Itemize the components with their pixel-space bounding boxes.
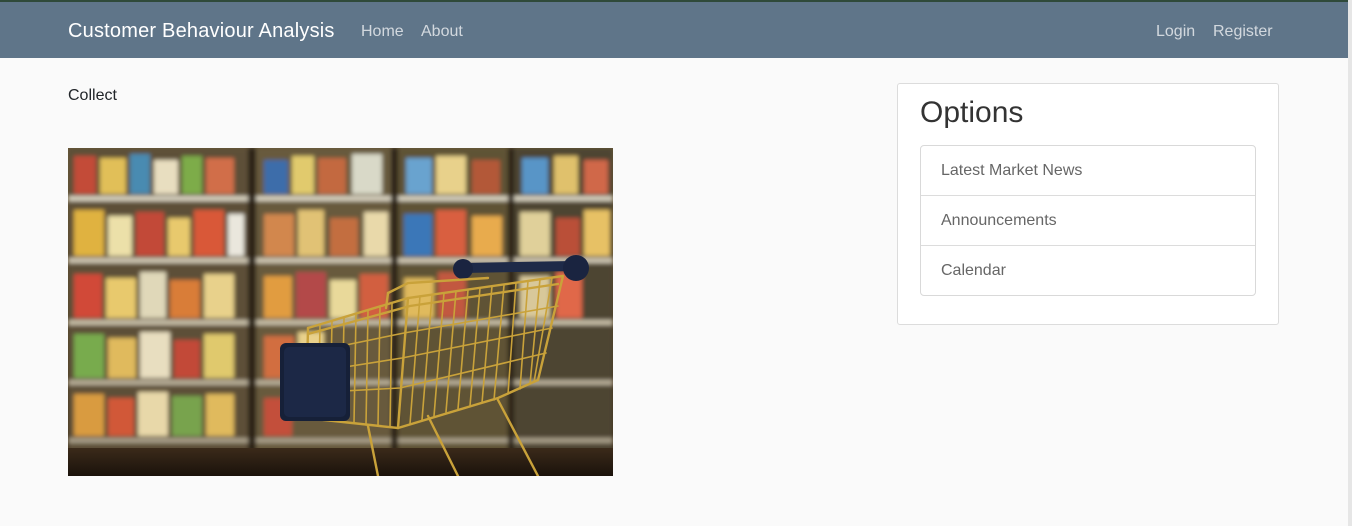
options-title: Options: [920, 96, 1024, 129]
top-navbar: Customer Behaviour Analysis Home About L…: [0, 0, 1352, 58]
options-list: Latest Market News Announcements Calenda…: [920, 145, 1256, 296]
nav-about-link[interactable]: About: [421, 23, 463, 41]
option-announcements[interactable]: Announcements: [921, 196, 1255, 246]
nav-home-link[interactable]: Home: [361, 23, 404, 41]
nav-register-link[interactable]: Register: [1213, 23, 1273, 41]
brand-link[interactable]: Customer Behaviour Analysis: [68, 20, 335, 43]
page-scrollbar[interactable]: [1348, 0, 1352, 526]
options-card: Options Latest Market News Announcements…: [897, 83, 1279, 325]
option-calendar[interactable]: Calendar: [921, 246, 1255, 295]
nav-login-link[interactable]: Login: [1156, 23, 1195, 41]
shopping-cart-image: [68, 148, 613, 476]
shopping-cart-illustration: [68, 148, 613, 476]
intro-text: Collect: [68, 87, 117, 104]
option-latest-market-news[interactable]: Latest Market News: [921, 146, 1255, 196]
